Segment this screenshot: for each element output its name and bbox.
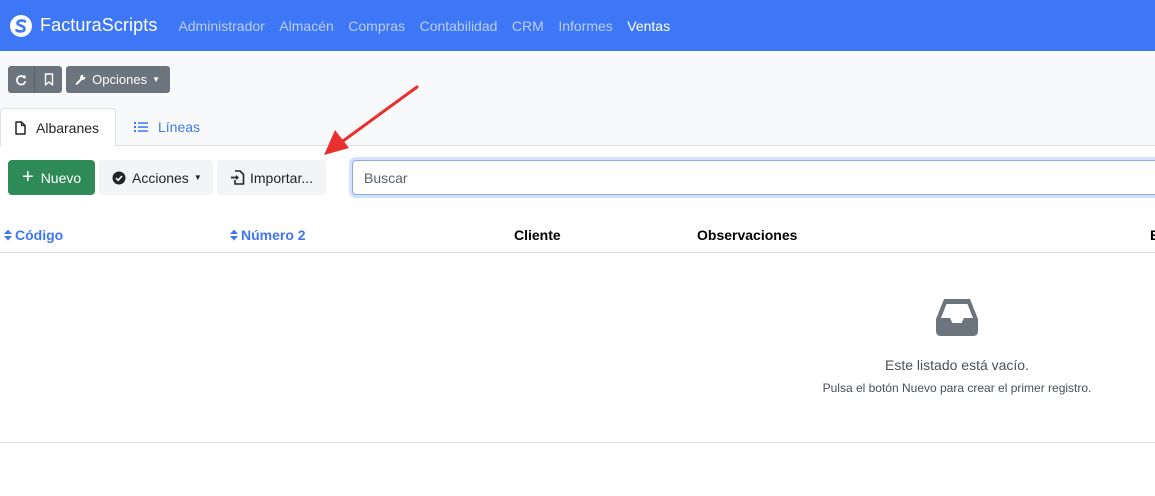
page-toolbar: Opciones ▼ <box>8 66 170 93</box>
reload-button[interactable] <box>8 66 35 93</box>
sort-icon <box>4 229 12 241</box>
menu-item-ventas[interactable]: Ventas <box>627 18 670 34</box>
new-button-label: Nuevo <box>40 169 82 186</box>
tab-albaranes[interactable]: Albaranes <box>0 108 116 147</box>
tab-lineas[interactable]: Líneas <box>134 108 200 146</box>
new-button[interactable]: + Nuevo <box>8 160 95 195</box>
options-dropdown-button[interactable]: Opciones ▼ <box>66 66 170 93</box>
reload-icon <box>16 74 27 85</box>
table-header: Código Número 2 Cliente Observaciones E <box>0 214 1155 253</box>
import-button[interactable]: Importar... <box>217 160 326 195</box>
inbox-icon <box>935 297 979 342</box>
actions-label: Acciones <box>132 169 189 186</box>
options-label: Opciones <box>92 72 148 87</box>
column-label-codigo: Código <box>15 227 64 243</box>
column-header-codigo[interactable]: Código <box>4 227 63 243</box>
list-icon <box>134 122 148 132</box>
import-label: Importar... <box>250 169 314 186</box>
menu-item-informes[interactable]: Informes <box>558 18 612 34</box>
sort-icon <box>230 229 238 241</box>
facturascripts-logo-icon <box>10 14 32 37</box>
column-header-numero2[interactable]: Número 2 <box>230 227 306 243</box>
empty-state-title: Este listado está vacío. <box>885 357 1029 373</box>
file-icon <box>15 120 26 135</box>
bookmark-button[interactable] <box>35 66 62 93</box>
brand[interactable]: FacturaScripts <box>10 14 158 37</box>
check-circle-icon <box>112 171 126 184</box>
column-header-truncated: E <box>1150 227 1155 243</box>
actions-dropdown-button[interactable]: Acciones ▼ <box>99 160 213 195</box>
search-input[interactable] <box>352 160 1155 195</box>
empty-state-subtitle: Pulsa el botón Nuevo para crear el prime… <box>822 381 1092 395</box>
tab-bar: Albaranes Líneas <box>0 108 1155 147</box>
menu-item-crm[interactable]: CRM <box>512 18 544 34</box>
menu-item-contabilidad[interactable]: Contabilidad <box>420 18 498 34</box>
plus-icon: + <box>22 165 34 188</box>
top-navbar: FacturaScripts Administrador Almacén Com… <box>0 0 1155 51</box>
column-label-numero2: Número 2 <box>241 227 306 243</box>
table-bottom-divider <box>0 442 1155 443</box>
column-header-cliente: Cliente <box>514 227 561 243</box>
caret-down-icon: ▼ <box>193 173 202 182</box>
brand-name: FacturaScripts <box>40 15 158 35</box>
menu-item-almacen[interactable]: Almacén <box>279 18 333 34</box>
column-header-observaciones: Observaciones <box>697 227 798 243</box>
menu-item-administrador[interactable]: Administrador <box>178 18 264 34</box>
wrench-icon <box>75 74 86 85</box>
menu-item-compras[interactable]: Compras <box>348 18 405 34</box>
tab-lineas-label: Líneas <box>158 119 201 135</box>
caret-down-icon: ▼ <box>152 75 160 84</box>
bookmark-icon <box>44 73 53 86</box>
tab-albaranes-label: Albaranes <box>36 119 100 136</box>
file-import-icon <box>231 170 245 185</box>
main-menu: Administrador Almacén Compras Contabilid… <box>178 18 684 34</box>
